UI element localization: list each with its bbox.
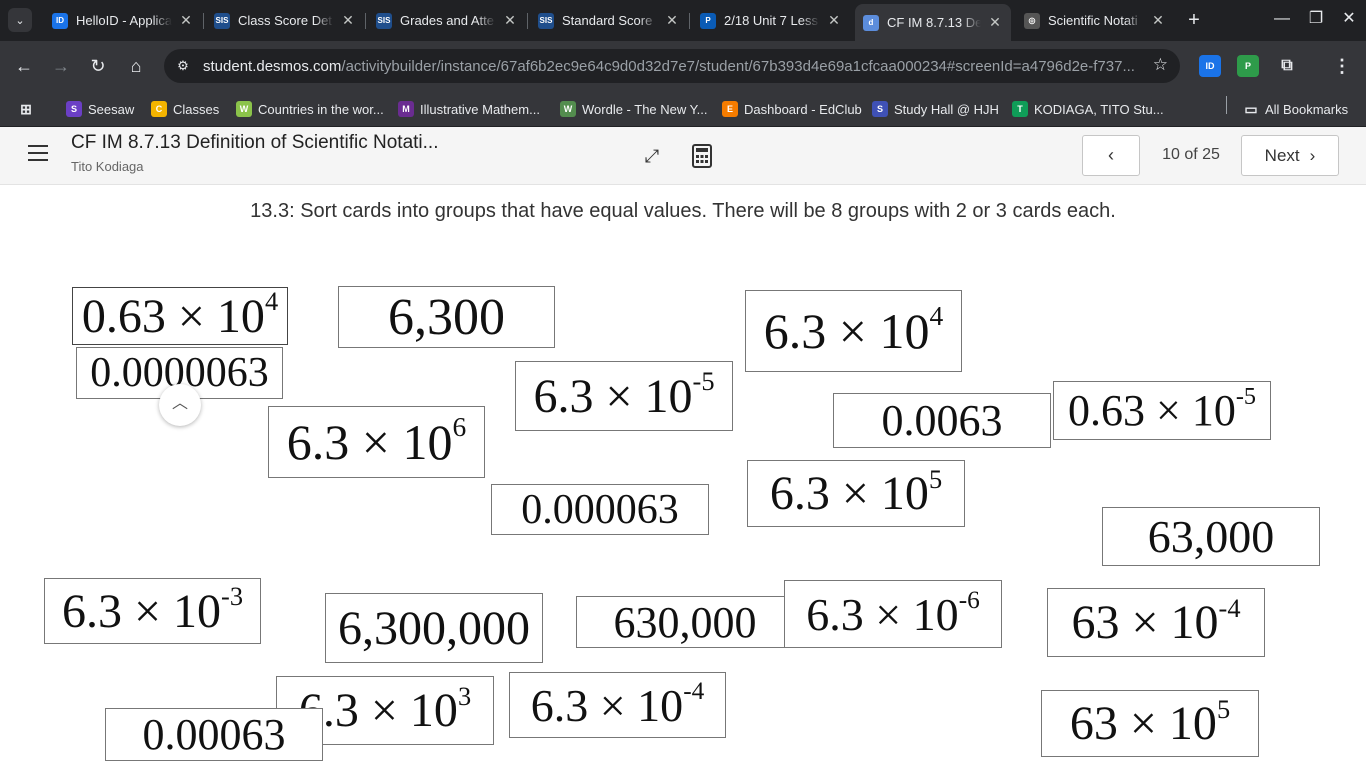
sort-card[interactable]: 63 × 10 -4 <box>1047 588 1265 657</box>
sort-card[interactable]: 63 × 10 5 <box>1041 690 1259 757</box>
collapse-chevron-up-icon[interactable]: ︿ <box>159 384 201 426</box>
all-bookmarks[interactable]: ▭ All Bookmarks <box>1243 97 1348 121</box>
bookmark-countries[interactable]: W Countries in the wor... <box>236 97 384 121</box>
screen-counter: 10 of 25 <box>1162 146 1220 163</box>
bookmarks-bar: ⊞ S Seesaw C Classes W Countries in the wor… <box>0 91 1366 127</box>
sheets-icon: T <box>1012 101 1028 117</box>
tab-divider <box>203 13 204 29</box>
edclub-icon: E <box>722 101 738 117</box>
tab-class-score[interactable]: SIS Class Score Det ✕ <box>206 6 364 35</box>
wordle-icon: W <box>560 101 576 117</box>
sort-card[interactable]: 0.63 × 10 4 <box>72 287 288 345</box>
window-close-icon[interactable]: ✕ <box>1338 8 1360 30</box>
back-arrow-icon[interactable]: ← <box>12 54 36 78</box>
bookmark-seesaw[interactable]: S Seesaw <box>66 97 134 121</box>
tab-grades[interactable]: SIS Grades and Atte ✕ <box>368 6 526 35</box>
close-icon[interactable]: ✕ <box>1150 12 1166 29</box>
sort-card[interactable]: 0.00063 <box>105 708 323 761</box>
sort-card[interactable]: 630,000 <box>576 596 794 648</box>
forward-arrow-icon[interactable]: → <box>49 54 73 78</box>
menu-hamburger-icon[interactable] <box>28 145 48 161</box>
tab-unit-7-lesson[interactable]: P 2/18 Unit 7 Less ✕ <box>692 6 850 35</box>
browser-menu-icon[interactable]: ⋮ <box>1331 55 1353 77</box>
chatgpt-icon: ◎ <box>1024 12 1040 29</box>
previous-screen-button[interactable]: ‹ <box>1082 135 1140 176</box>
bookmark-kodiaga[interactable]: T KODIAGA, TITO Stu... <box>1012 97 1164 121</box>
countries-icon: W <box>236 101 252 117</box>
calculator-icon[interactable] <box>692 144 712 168</box>
address-bar[interactable]: ⚙ student.desmos.com/activitybuilder/ins… <box>164 49 1180 83</box>
tab-divider <box>689 13 690 29</box>
chevron-left-icon: ‹ <box>1108 145 1114 165</box>
bookmark-wordle[interactable]: W Wordle - The New Y... <box>560 97 708 121</box>
helloid-extension-icon[interactable]: ID <box>1199 55 1221 77</box>
extensions-puzzle-icon[interactable]: ⧉ <box>1276 55 1298 77</box>
close-icon[interactable]: ✕ <box>826 12 842 29</box>
illustrative-math-icon: M <box>398 101 414 117</box>
apps-grid-icon[interactable]: ⊞ <box>18 97 40 121</box>
next-screen-button[interactable]: Next › <box>1241 135 1339 176</box>
bookmarks-divider <box>1226 96 1227 114</box>
sis-icon: SIS <box>214 12 230 29</box>
sort-card[interactable]: 63,000 <box>1102 507 1320 566</box>
reload-icon[interactable]: ↻ <box>86 54 110 78</box>
sis-icon: SIS <box>376 12 392 29</box>
tab-divider <box>527 13 528 29</box>
minimize-icon[interactable]: — <box>1271 8 1293 30</box>
sort-card[interactable]: 6.3 × 10 4 <box>745 290 962 372</box>
calendar-icon: S <box>872 101 888 117</box>
sort-card[interactable]: 6.3 × 10 -4 <box>509 672 726 738</box>
sort-card[interactable]: 6.3 × 10 6 <box>268 406 485 478</box>
tab-standard-score[interactable]: SIS Standard Score ✕ <box>530 6 688 35</box>
pear-deck-icon: P <box>700 12 716 29</box>
chevron-right-icon: › <box>1309 145 1316 165</box>
close-icon[interactable]: ✕ <box>178 12 194 29</box>
student-name: Tito Kodiaga <box>71 159 144 174</box>
sort-card[interactable]: 0.63 × 10 -5 <box>1053 381 1271 440</box>
bookmark-study-hall[interactable]: S Study Hall @ HJH <box>872 97 999 121</box>
bookmark-illustrative[interactable]: M Illustrative Mathem... <box>398 97 540 121</box>
sort-card[interactable]: 6.3 × 10 -6 <box>784 580 1002 648</box>
close-icon[interactable]: ✕ <box>340 12 356 29</box>
seesaw-icon: S <box>66 101 82 117</box>
sort-card[interactable]: 0.000063 <box>491 484 709 535</box>
sort-card[interactable]: 0.0063 <box>833 393 1051 448</box>
sis-icon: SIS <box>538 12 554 29</box>
sort-card[interactable]: 6.3 × 10 5 <box>747 460 965 527</box>
home-icon[interactable]: ⌂ <box>124 54 148 78</box>
bookmark-classes[interactable]: C Classes <box>151 97 219 121</box>
classroom-icon: C <box>151 101 167 117</box>
new-tab-plus-icon[interactable]: + <box>1183 9 1205 31</box>
tab-divider <box>365 13 366 29</box>
folder-icon: ▭ <box>1244 100 1258 117</box>
activity-title: CF IM 8.7.13 Definition of Scientific No… <box>71 132 439 153</box>
close-icon[interactable]: ✕ <box>664 12 680 29</box>
tab-search-chevron-icon[interactable]: ⌄ <box>8 8 32 32</box>
url-text[interactable]: student.desmos.com/activitybuilder/insta… <box>203 58 1143 75</box>
helloid-icon: ID <box>52 12 68 29</box>
tab-desmos-active[interactable]: d CF IM 8.7.13 De ✕ <box>855 4 1011 41</box>
sort-card[interactable]: 6,300 <box>338 286 555 348</box>
bookmark-edclub[interactable]: E Dashboard - EdClub <box>722 97 862 121</box>
sort-card[interactable]: 6.3 × 10 -3 <box>44 578 261 644</box>
close-icon[interactable]: ✕ <box>502 12 518 29</box>
site-info-icon[interactable]: ⚙ <box>172 55 194 77</box>
activity-header: CF IM 8.7.13 Definition of Scientific No… <box>0 127 1366 185</box>
restore-icon[interactable]: ❐ <box>1305 8 1327 30</box>
bookmark-star-icon[interactable]: ☆ <box>1153 55 1168 75</box>
browser-toolbar: ← → ↻ ⌂ ⚙ student.desmos.com/activitybui… <box>0 41 1366 91</box>
pear-deck-extension-icon[interactable]: P <box>1237 55 1259 77</box>
sort-card[interactable]: 6.3 × 10 -5 <box>515 361 733 431</box>
fullscreen-expand-icon[interactable]: ⤢ <box>641 145 663 167</box>
prompt-text: 13.3: Sort cards into groups that have e… <box>250 200 1116 222</box>
desmos-icon: d <box>863 14 879 31</box>
sort-card[interactable]: 6,300,000 <box>325 593 543 663</box>
tab-scientific-notation[interactable]: ◎ Scientific Notati ✕ <box>1016 6 1174 35</box>
tab-strip: ⌄ ID HelloID - Applicat ✕ SIS Class Scor… <box>0 0 1366 41</box>
close-icon[interactable]: ✕ <box>987 14 1003 31</box>
grid-icon: ⊞ <box>20 100 32 117</box>
tab-helloid[interactable]: ID HelloID - Applicat ✕ <box>44 6 202 35</box>
